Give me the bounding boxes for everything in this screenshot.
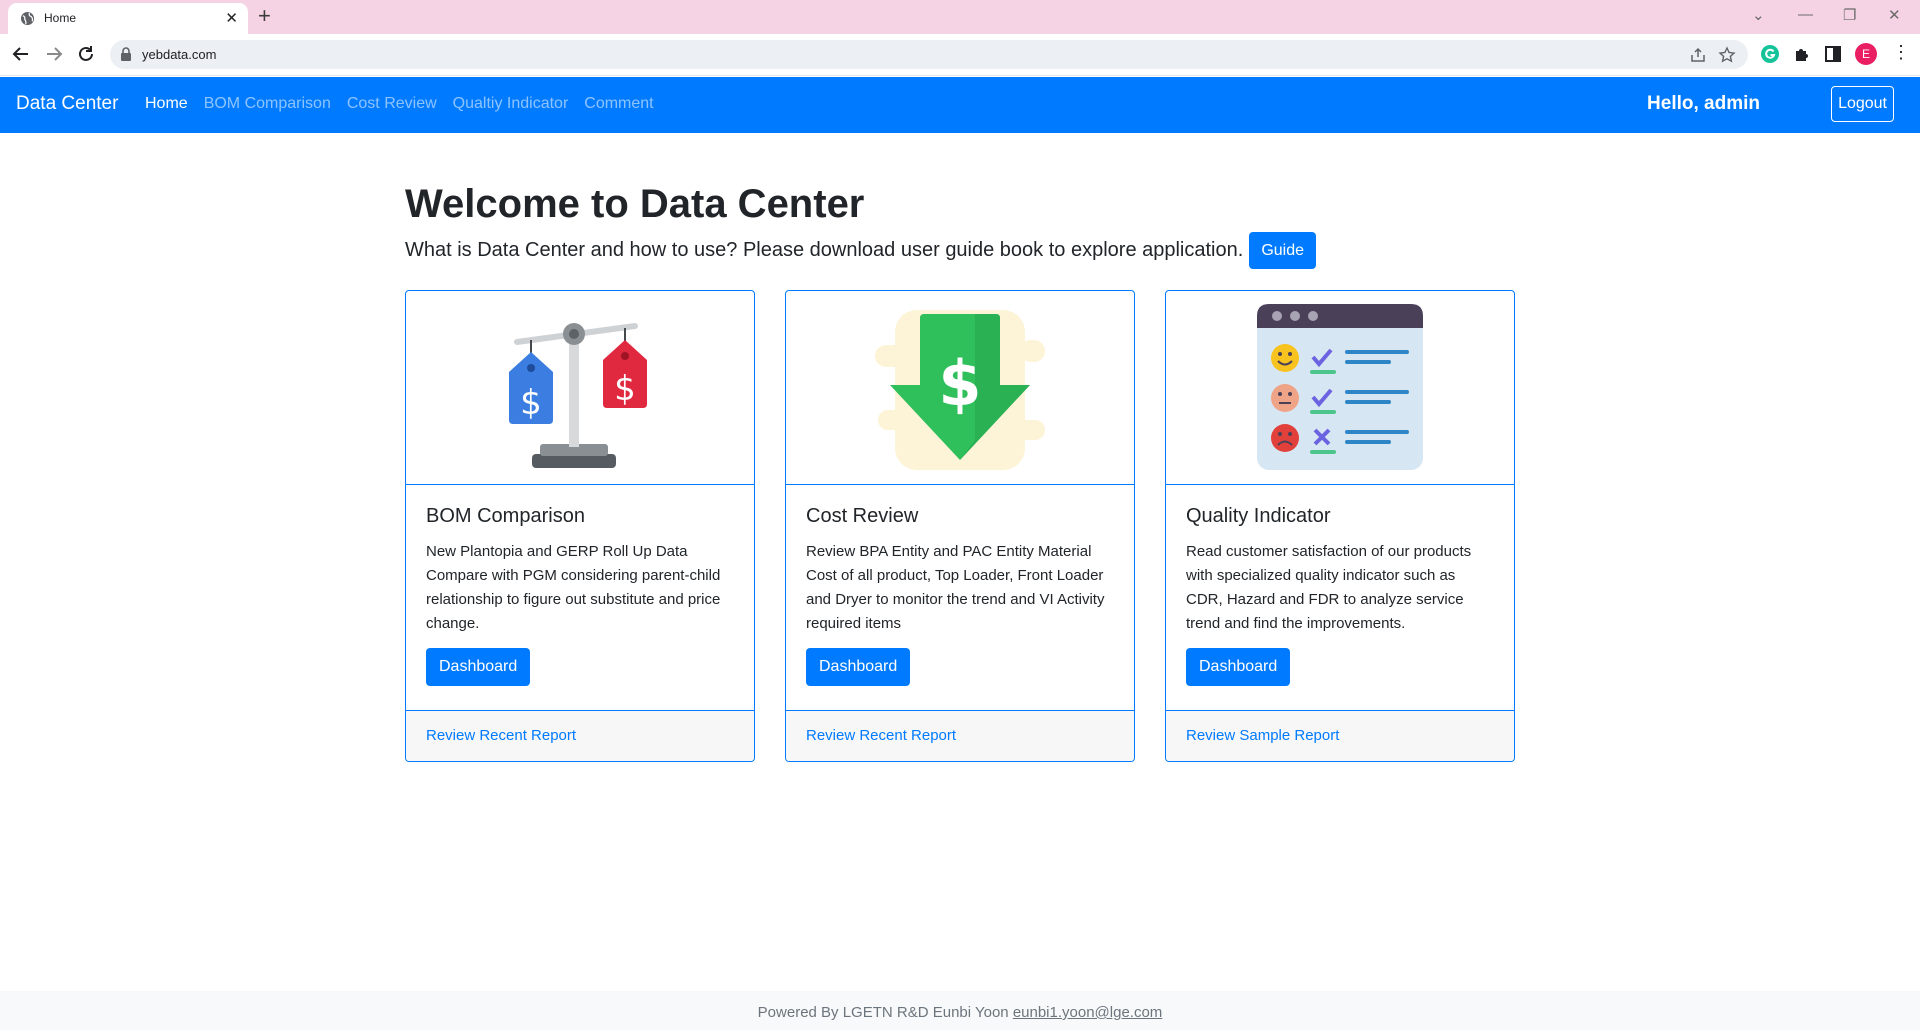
card-footer: Review Recent Report: [406, 710, 754, 761]
nav-link-cost-review[interactable]: Cost Review: [347, 95, 437, 113]
card-text: Read customer satisfaction of our produc…: [1186, 542, 1472, 632]
card-footer: Review Recent Report: [786, 710, 1134, 761]
card-body: BOM Comparison New Plantopia and GERP Ro…: [406, 485, 754, 710]
share-icon[interactable]: [1689, 46, 1707, 64]
guide-button[interactable]: Guide: [1249, 232, 1317, 269]
card-bom-comparison: $ $ BOM Comparison New Plantopia and GER…: [405, 290, 755, 762]
svg-text:$: $: [938, 347, 981, 420]
nav-links: Home BOM Comparison Cost Review Qualtiy …: [145, 95, 654, 113]
review-sample-report-link[interactable]: Review Sample Report: [1186, 727, 1339, 744]
card-body: Cost Review Review BPA Entity and PAC En…: [786, 485, 1134, 710]
card-title: Cost Review: [806, 504, 919, 527]
restore-icon[interactable]: ❐: [1843, 6, 1856, 24]
browser-toolbar: yebdata.com E ⋮: [0, 34, 1920, 76]
nav-link-bom-comparison[interactable]: BOM Comparison: [204, 95, 331, 113]
review-report-link[interactable]: Review Recent Report: [806, 727, 956, 744]
dollar-down-arrow-icon: $: [875, 309, 1045, 470]
browser-tab-home[interactable]: Home ✕: [8, 3, 248, 34]
svg-text:$: $: [614, 369, 636, 409]
card-title: BOM Comparison: [426, 504, 585, 527]
browser-menu-icon[interactable]: ⋮: [1892, 42, 1910, 63]
browser-tab-strip: Home ✕ + ⌄ — ❐ ✕: [0, 0, 1920, 34]
new-tab-icon[interactable]: +: [258, 4, 271, 28]
dashboard-button[interactable]: Dashboard: [426, 647, 531, 686]
card-footer: Review Sample Report: [1166, 710, 1514, 761]
globe-icon: [20, 11, 35, 26]
back-icon[interactable]: [9, 42, 33, 66]
dashboard-button[interactable]: Dashboard: [806, 647, 911, 686]
nav-link-home[interactable]: Home: [145, 95, 188, 113]
user-greeting: Hello, admin: [1647, 93, 1760, 114]
price-scale-icon: $ $: [509, 323, 647, 469]
card-cost-review: $ Cost Review Review BPA Entity and PAC …: [785, 290, 1135, 762]
extensions-puzzle-icon[interactable]: [1791, 43, 1813, 65]
lock-icon: [121, 47, 131, 61]
profile-avatar[interactable]: E: [1855, 43, 1877, 65]
lead-text: What is Data Center and how to use? Plea…: [405, 239, 1244, 261]
tab-title: Home: [44, 11, 77, 25]
nav-link-comment[interactable]: Comment: [584, 95, 653, 113]
footer-email-link[interactable]: eunbi1.yoon@lge.com: [1013, 1004, 1163, 1021]
svg-text:$: $: [520, 383, 542, 423]
card-image: $ $: [406, 291, 754, 485]
reload-icon[interactable]: [74, 42, 98, 66]
grammarly-icon[interactable]: [1759, 43, 1781, 65]
close-window-icon[interactable]: ✕: [1888, 6, 1901, 24]
satisfaction-survey-icon: [1257, 304, 1423, 471]
card-image: [1166, 291, 1514, 485]
forward-icon[interactable]: [42, 42, 66, 66]
page-title: Welcome to Data Center: [405, 182, 865, 226]
card-title: Quality Indicator: [1186, 504, 1331, 527]
minimize-icon[interactable]: —: [1798, 6, 1813, 23]
card-quality-indicator: Quality Indicator Read customer satisfac…: [1165, 290, 1515, 762]
card-text: New Plantopia and GERP Roll Up Data Comp…: [426, 542, 721, 632]
address-bar[interactable]: yebdata.com: [110, 40, 1748, 69]
lead-row: What is Data Center and how to use? Plea…: [405, 232, 1515, 269]
dashboard-button[interactable]: Dashboard: [1186, 647, 1291, 686]
card-text: Review BPA Entity and PAC Entity Materia…: [806, 542, 1105, 632]
main-content: Welcome to Data Center What is Data Cent…: [405, 180, 1515, 762]
bookmark-star-icon[interactable]: [1718, 46, 1736, 64]
side-panel-icon[interactable]: [1822, 43, 1844, 65]
card-image: $: [786, 291, 1134, 485]
app-navbar: Data Center Home BOM Comparison Cost Rev…: [0, 77, 1920, 133]
url-text: yebdata.com: [142, 47, 217, 62]
feature-cards: $ $ BOM Comparison New Plantopia and GER…: [405, 290, 1515, 762]
logout-button[interactable]: Logout: [1831, 86, 1894, 122]
review-report-link[interactable]: Review Recent Report: [426, 727, 576, 744]
tab-search-icon[interactable]: ⌄: [1752, 6, 1765, 24]
card-body: Quality Indicator Read customer satisfac…: [1166, 485, 1514, 710]
nav-link-quality-indicator[interactable]: Qualtiy Indicator: [453, 95, 569, 113]
close-tab-icon[interactable]: ✕: [225, 9, 238, 27]
footer-credit: Powered By LGETN R&D Eunbi Yoon: [757, 1004, 1013, 1021]
navbar-brand[interactable]: Data Center: [16, 93, 118, 115]
page-footer: Powered By LGETN R&D Eunbi Yoon eunbi1.y…: [0, 991, 1920, 1030]
